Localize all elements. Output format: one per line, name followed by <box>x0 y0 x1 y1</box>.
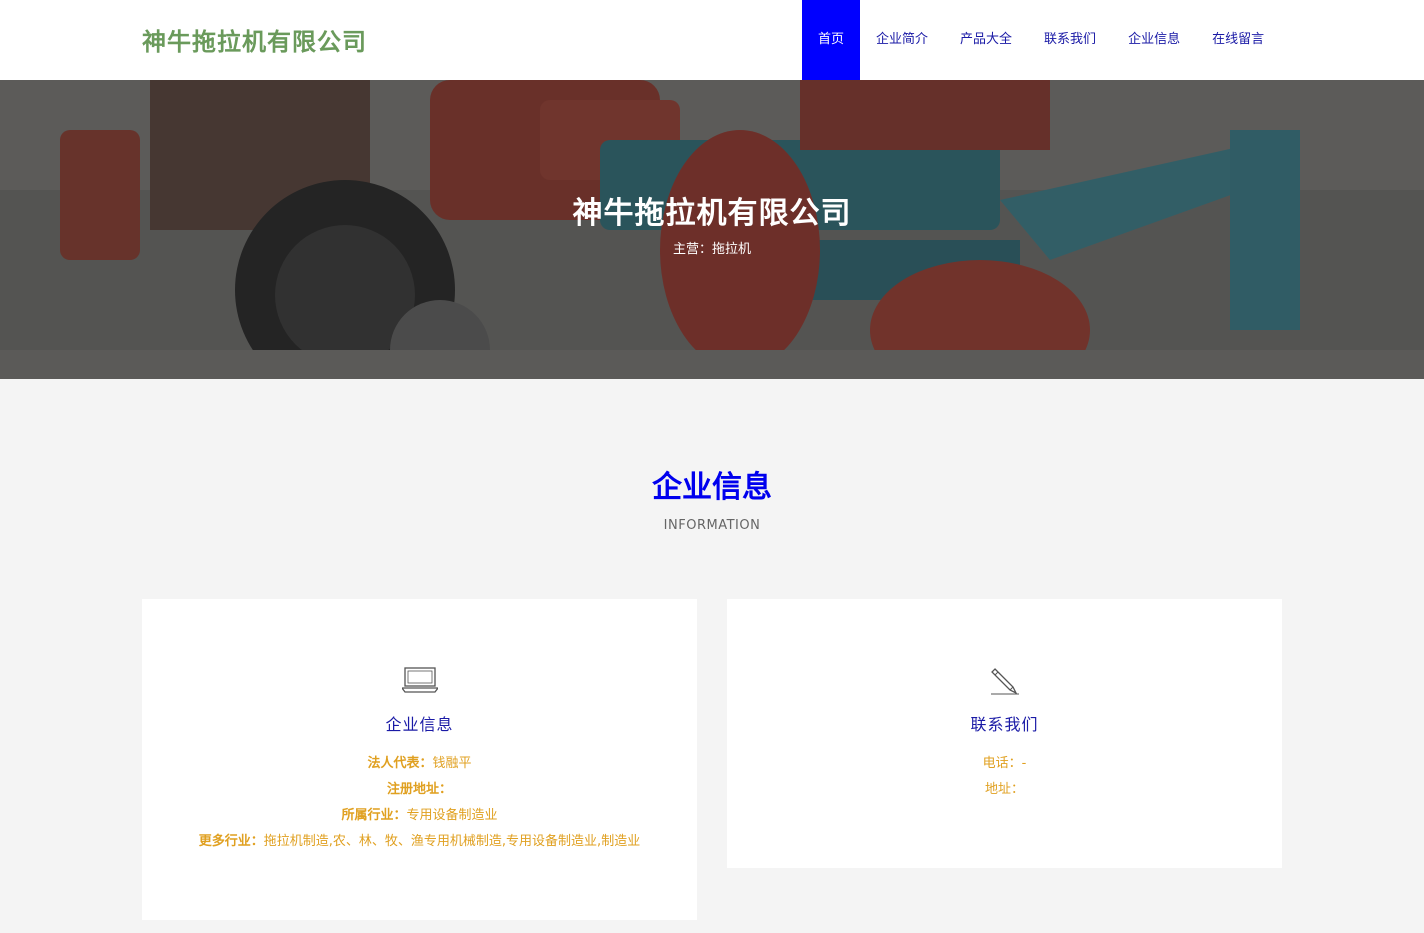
company-info-card: 企业信息 法人代表：钱融平 注册地址： 所属行业：专用设备制造业 更多行业：拖拉… <box>142 599 697 920</box>
legal-rep-value: 钱融平 <box>432 756 472 771</box>
section-subtitle: INFORMATION <box>663 518 761 533</box>
more-industry-label: 更多行业： <box>198 834 264 849</box>
nav-item-about[interactable]: 企业简介 <box>860 0 944 80</box>
address-label: 地址： <box>984 782 1024 797</box>
more-industry-value: 拖拉机制造,农、林、牧、渔专用机械制造,专用设备制造业,制造业 <box>263 834 641 849</box>
pencil-icon <box>990 668 1019 695</box>
more-industry-line: 更多行业：拖拉机制造,农、林、牧、渔专用机械制造,专用设备制造业,制造业 <box>142 829 697 855</box>
industry-line: 所属行业：专用设备制造业 <box>142 803 697 829</box>
legal-rep-label: 法人代表： <box>367 756 433 771</box>
contact-list: 电话：- 地址： <box>727 751 1282 803</box>
company-info-title: 企业信息 <box>385 715 454 734</box>
site-logo[interactable]: 神牛拖拉机有限公司 <box>142 22 367 57</box>
nav-item-products[interactable]: 产品大全 <box>944 0 1028 80</box>
hero-subtitle: 主营：拖拉机 <box>672 242 751 257</box>
section-title: 企业信息 <box>652 470 772 505</box>
legal-rep-line: 法人代表：钱融平 <box>142 751 697 777</box>
site-header: 神牛拖拉机有限公司 首页 企业简介 产品大全 联系我们 企业信息 在线留言 <box>0 0 1424 80</box>
address-line: 地址： <box>727 777 1282 803</box>
industry-value: 专用设备制造业 <box>406 808 498 823</box>
reg-address-label: 注册地址： <box>386 782 452 797</box>
phone-line: 电话：- <box>727 751 1282 777</box>
nav-item-message[interactable]: 在线留言 <box>1196 0 1280 80</box>
industry-label: 所属行业： <box>341 808 407 823</box>
phone-label: 电话： <box>982 756 1022 771</box>
contact-card: 联系我们 电话：- 地址： <box>727 599 1282 868</box>
hero-title: 神牛拖拉机有限公司 <box>572 196 852 231</box>
reg-address-line: 注册地址： <box>142 777 697 803</box>
company-info-list: 法人代表：钱融平 注册地址： 所属行业：专用设备制造业 更多行业：拖拉机制造,农… <box>142 751 697 855</box>
nav-item-company-info[interactable]: 企业信息 <box>1112 0 1196 80</box>
contact-title: 联系我们 <box>970 715 1039 734</box>
nav-item-home[interactable]: 首页 <box>802 0 861 80</box>
hero-banner: 神牛拖拉机有限公司 主营：拖拉机 <box>0 80 1424 379</box>
phone-value: - <box>1021 756 1027 771</box>
nav-item-contact[interactable]: 联系我们 <box>1028 0 1112 80</box>
main-nav: 首页 企业简介 产品大全 联系我们 企业信息 在线留言 <box>802 0 1280 80</box>
laptop-icon <box>401 667 438 693</box>
